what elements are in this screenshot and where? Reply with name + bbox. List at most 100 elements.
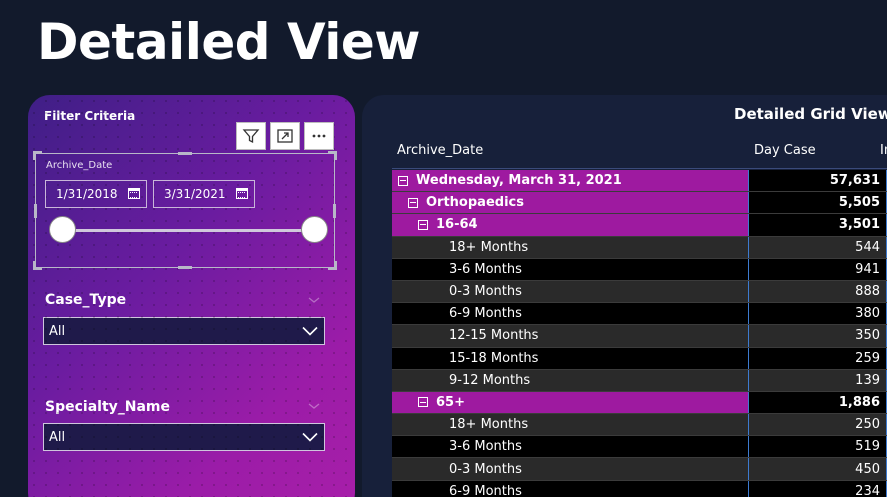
resize-handle[interactable] [178,152,192,155]
day-case-cell: 1,886 [749,391,887,414]
collapse-icon[interactable] [418,219,428,230]
row-label-cell: 16-64 [392,214,749,236]
row-label-cell: Wednesday, March 31, 2021 [392,170,749,192]
table-row[interactable]: 0-3 Months 450 [392,458,887,481]
detailed-grid-panel: Detailed Grid View Archive_Date Day Case… [362,95,887,497]
filter-panel-title: Filter Criteria [44,109,136,123]
row-label: Wednesday, March 31, 2021 [416,173,622,189]
row-label: 6-9 Months [449,483,522,497]
resize-handle[interactable] [33,261,42,270]
day-case-cell: 519 [749,436,887,458]
resize-handle[interactable] [328,151,337,160]
day-case-cell: 450 [749,458,887,480]
start-date-input[interactable]: 1/31/2018 [45,180,147,208]
grid-rows: Wednesday, March 31, 2021 57,631 Orthopaed… [392,170,887,497]
day-case-cell: 250 [749,414,887,436]
archive-date-slicer[interactable]: Archive_Date 1/31/2018 3/31/2021 [33,151,337,270]
start-date-value: 1/31/2018 [56,187,118,201]
row-label: 6-9 Months [449,306,522,322]
specialty-name-label: Specialty_Name [45,399,171,415]
table-row[interactable]: 6-9 Months 234 [392,480,887,497]
collapse-icon[interactable] [418,397,428,408]
table-row[interactable]: 9-12 Months 139 [392,369,887,392]
row-label: 16-64 [436,217,478,233]
date-range-end-thumb[interactable] [301,216,328,243]
row-label: 18+ Months [449,239,529,255]
calendar-icon[interactable] [236,188,248,199]
filter-panel: Filter Criteria Archive_Date 1/31/2018 3… [28,95,355,497]
row-label-cell: 9-12 Months [392,369,749,391]
day-case-cell: 5,505 [749,192,887,214]
resize-handle[interactable] [33,151,42,160]
group-row[interactable]: Wednesday, March 31, 2021 57,631 [392,170,887,193]
day-case-cell: 139 [749,369,887,391]
date-range-track[interactable] [66,229,312,232]
end-date-value: 3/31/2021 [164,187,226,201]
case-type-selected: All [49,323,66,339]
row-label-cell: 3-6 Months [392,436,749,458]
day-case-cell: 3,501 [749,214,887,236]
table-row[interactable]: 15-18 Months 259 [392,347,887,370]
day-case-cell: 234 [749,480,887,497]
resize-handle[interactable] [34,204,37,218]
more-options-icon [312,134,326,138]
chevron-down-icon[interactable] [308,294,320,306]
group-row[interactable]: Orthopaedics 5,505 [392,192,887,215]
row-label-cell: Orthopaedics [392,192,749,214]
row-label-cell: 18+ Months [392,236,749,258]
resize-handle[interactable] [328,261,337,270]
filter-icon [242,129,260,144]
row-label-cell: 6-9 Months [392,303,749,325]
row-label-cell: 3-6 Months [392,258,749,280]
row-label-cell: 65+ [392,391,749,414]
focus-mode-button[interactable] [270,122,300,150]
row-label-cell: 15-18 Months [392,347,749,369]
group-row[interactable]: 65+ 1,886 [392,391,887,415]
column-header-day-case[interactable]: Day Case [754,143,816,158]
group-row[interactable]: 16-64 3,501 [392,214,887,237]
row-label-cell: 0-3 Months [392,458,749,480]
chevron-down-icon [302,432,318,442]
row-label: Orthopaedics [426,195,524,211]
header-divider [392,168,887,169]
chevron-down-icon[interactable] [308,400,320,412]
row-label: 0-3 Months [449,284,522,300]
table-row[interactable]: 12-15 Months 350 [392,325,887,348]
row-label: 0-3 Months [449,461,522,477]
row-label: 12-15 Months [449,328,539,344]
specialty-name-dropdown[interactable]: All [43,423,325,451]
archive-date-label: Archive_Date [46,160,113,171]
resize-handle[interactable] [178,266,192,269]
date-range-start-thumb[interactable] [49,216,76,243]
table-row[interactable]: 6-9 Months 380 [392,303,887,326]
table-row[interactable]: 18+ Months 250 [392,414,887,437]
chevron-down-icon [302,326,318,336]
end-date-input[interactable]: 3/31/2021 [153,180,255,208]
filter-button[interactable] [236,122,266,150]
collapse-icon[interactable] [408,197,418,208]
day-case-cell: 57,631 [749,170,887,192]
collapse-icon[interactable] [398,175,408,186]
row-label-cell: 0-3 Months [392,280,749,303]
row-label: 3-6 Months [449,261,522,277]
day-case-cell: 941 [749,258,887,280]
case-type-dropdown[interactable]: All [43,317,325,345]
day-case-cell: 544 [749,236,887,258]
more-options-button[interactable] [304,122,334,150]
row-label: 65+ [436,394,465,410]
day-case-cell: 380 [749,303,887,325]
day-case-cell: 259 [749,347,887,369]
row-label-cell: 18+ Months [392,414,749,436]
page-title: Detailed View [37,13,421,71]
table-row[interactable]: 3-6 Months 519 [392,436,887,459]
day-case-cell: 888 [749,280,887,303]
table-row[interactable]: 0-3 Months 888 [392,280,887,304]
column-header-archive-date[interactable]: Archive_Date [397,143,483,158]
table-row[interactable]: 3-6 Months 941 [392,258,887,281]
resize-handle[interactable] [333,204,336,218]
column-header-in[interactable]: In [880,143,887,158]
focus-mode-icon [277,129,293,143]
calendar-icon[interactable] [128,188,140,199]
table-row[interactable]: 18+ Months 544 [392,236,887,259]
row-label: 9-12 Months [449,372,531,388]
